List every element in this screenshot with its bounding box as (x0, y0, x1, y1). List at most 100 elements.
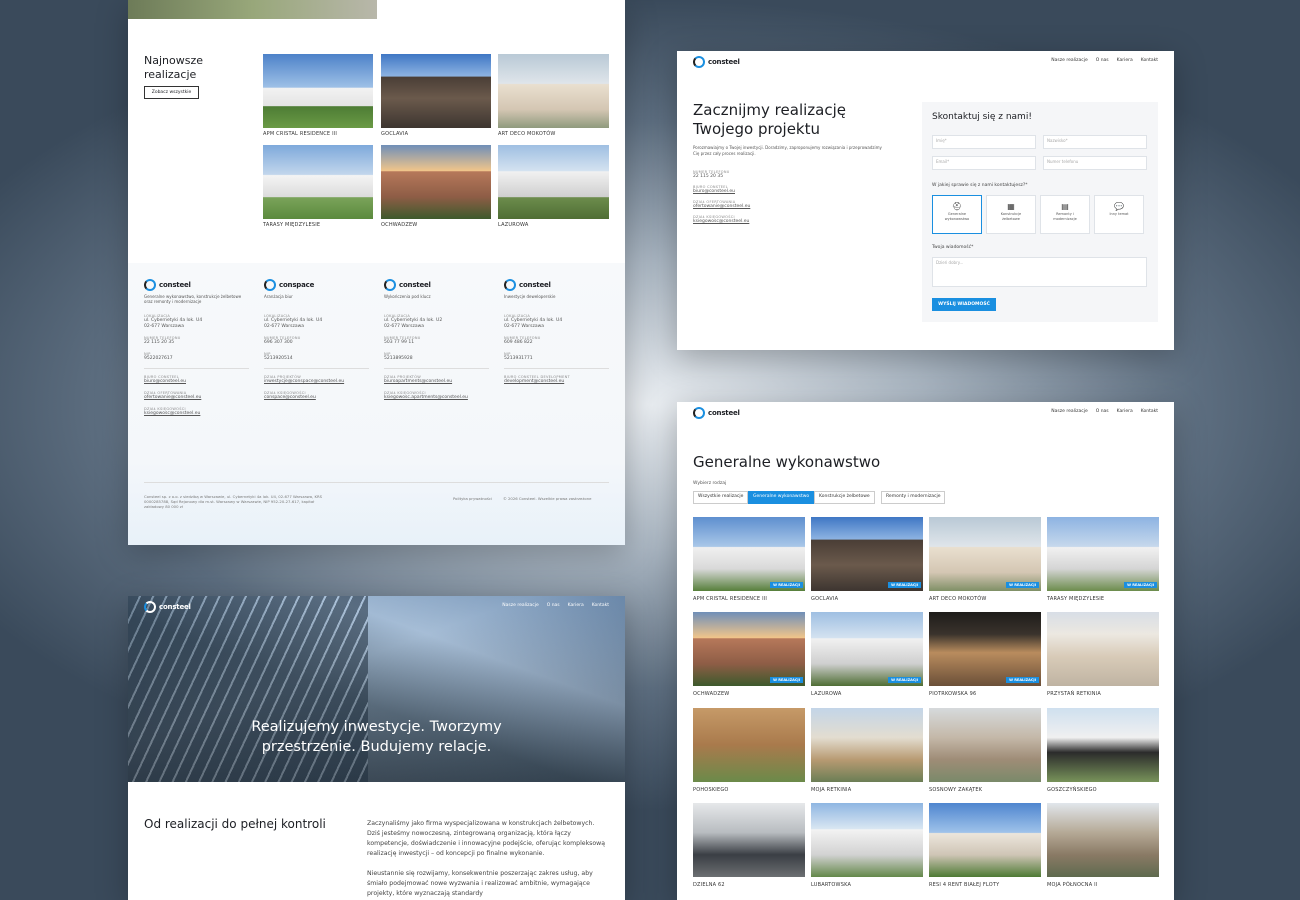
project-image[interactable] (1047, 708, 1159, 782)
see-all-button[interactable]: Zobacz wszystkie (144, 86, 199, 99)
topic-option[interactable]: ▤ Remonty i modernizacje (1040, 195, 1090, 234)
about-heading: Od realizacji do pełnej kontroli (144, 817, 326, 831)
logo-icon (144, 601, 156, 613)
project-image[interactable] (381, 145, 491, 219)
topic-option-label: Konstrukcje żelbetowe (1000, 212, 1022, 221)
address-city: 02-677 Warszawa (144, 324, 185, 329)
submit-button[interactable]: WYŚLIJ WIADOMOŚĆ (932, 298, 996, 311)
filter-tab[interactable]: Konstrukcje żelbetowe (814, 491, 875, 504)
status-badge: W REALIZACJI (888, 582, 921, 588)
phone-number: 609 486 822 (504, 340, 533, 345)
nav-career[interactable]: Kariera (1117, 58, 1133, 63)
logo-icon (693, 56, 705, 68)
company-logo[interactable]: conspace (264, 279, 369, 291)
message-textarea[interactable]: Dzień dobry... (932, 257, 1147, 287)
contact-value[interactable]: biuro@consteel.eu (693, 189, 873, 195)
last-name-field[interactable]: Nazwisko* (1043, 135, 1147, 149)
site-logo[interactable]: consteel (693, 56, 740, 68)
filter-tab[interactable]: Remonty i modernizacje (881, 491, 946, 504)
project-image[interactable]: W REALIZACJI (1047, 517, 1159, 591)
project-image[interactable] (263, 54, 373, 128)
email-link[interactable]: ofertowanie@consteel.eu (144, 395, 249, 401)
first-name-field[interactable]: Imię* (932, 135, 1036, 149)
email-field[interactable]: Email* (932, 156, 1036, 170)
contact-item: NUMER TELEFONU 22 115 20 35 (693, 170, 873, 180)
project-image[interactable] (1047, 803, 1159, 877)
project-image[interactable] (693, 803, 805, 877)
nav-projects[interactable]: Nasze realizacje (502, 603, 538, 608)
nav-career[interactable]: Kariera (568, 603, 584, 608)
email-link[interactable]: ksiegowosc@consteel.eu (144, 411, 249, 417)
status-badge: W REALIZACJI (770, 677, 803, 683)
company-footer: consteel Generalne wykonawstwo, konstruk… (128, 263, 625, 545)
company-description: Aranżacja biur (264, 294, 293, 299)
topic-option[interactable]: ⛑ Generalne wykonawstwo (932, 195, 982, 234)
nav-contact[interactable]: Kontakt (1141, 58, 1158, 63)
latest-projects-page: Najnowsze realizacje Zobacz wszystkie AP… (128, 0, 625, 545)
nav-career[interactable]: Kariera (1117, 409, 1133, 414)
nav-contact[interactable]: Kontakt (592, 603, 609, 608)
project-image[interactable] (1047, 612, 1159, 686)
hero-headline: Realizujemy inwestycje. Tworzymy przestr… (251, 719, 502, 755)
email-link[interactable]: biuroapartments@consteel.eu (384, 379, 489, 385)
site-logo[interactable]: consteel (144, 601, 191, 613)
project-image[interactable] (811, 708, 923, 782)
about-paragraph-1: Zaczynaliśmy jako firma wyspecjalizowana… (367, 820, 606, 857)
topic-question: W jakiej sprawie się z nami kontaktujesz… (932, 183, 1028, 188)
project-image[interactable] (811, 803, 923, 877)
topic-option[interactable]: 💬 Inny temat (1094, 195, 1144, 234)
project-image[interactable] (381, 54, 491, 128)
company-logo[interactable]: consteel (384, 279, 489, 291)
nav-contact[interactable]: Kontakt (1141, 409, 1158, 414)
contact-page: consteel Nasze realizacje O nas Kariera … (677, 51, 1174, 350)
email-link[interactable]: development@consteel.eu (504, 379, 609, 385)
email-link[interactable]: inwestycje@conspace@consteel.eu (264, 379, 369, 385)
project-image[interactable]: W REALIZACJI (929, 612, 1041, 686)
nav-about[interactable]: O nas (1096, 409, 1109, 414)
beams-icon: ▦ (1007, 202, 1015, 211)
status-badge: W REALIZACJI (770, 582, 803, 588)
project-caption: MOJA PÓŁNOCNA II (1047, 882, 1098, 888)
main-nav: Nasze realizacje O nas Kariera Kontakt (502, 603, 609, 608)
project-caption: POHOSKIEGO (693, 787, 729, 793)
project-caption: GOSZCZYŃSKIEGO (1047, 787, 1097, 793)
project-image[interactable] (263, 145, 373, 219)
column-divider (264, 368, 369, 369)
phone-field[interactable]: Numer telefonu (1043, 156, 1147, 170)
project-image[interactable] (929, 803, 1041, 877)
company-logo[interactable]: consteel (144, 279, 249, 291)
project-image[interactable] (693, 708, 805, 782)
topic-option[interactable]: ▦ Konstrukcje żelbetowe (986, 195, 1036, 234)
company-logo[interactable]: consteel (504, 279, 609, 291)
contact-form: Skontaktuj się z nami! Imię* Nazwisko* E… (922, 102, 1158, 322)
email-link[interactable]: biuro@consteel.eu (144, 379, 249, 385)
nav-about[interactable]: O nas (547, 603, 560, 608)
project-caption: APM CRISTAL RESIDENCE III (263, 131, 338, 137)
nav-about[interactable]: O nas (1096, 58, 1109, 63)
project-image[interactable]: W REALIZACJI (811, 517, 923, 591)
project-image[interactable] (498, 145, 609, 219)
logo-icon (693, 407, 705, 419)
nip-value: 5213931771 (504, 356, 533, 361)
filter-tab[interactable]: Wszystkie realizacje (693, 491, 749, 504)
project-caption: OCHWADZEW (693, 691, 730, 697)
phone-number: 696 307 300 (264, 340, 293, 345)
contact-value[interactable]: ksiegowosc@consteel.eu (693, 219, 873, 225)
nip-value: 5213920514 (264, 356, 293, 361)
nav-projects[interactable]: Nasze realizacje (1051, 409, 1087, 414)
privacy-link[interactable]: Polityka prywatności (453, 496, 492, 501)
project-image[interactable] (498, 54, 609, 128)
nav-projects[interactable]: Nasze realizacje (1051, 58, 1087, 63)
email-link[interactable]: conspace@consteel.eu (264, 395, 369, 401)
project-caption: PRZYSTAŃ RETKINIA (1047, 691, 1102, 697)
project-image[interactable]: W REALIZACJI (693, 517, 805, 591)
project-image[interactable]: W REALIZACJI (811, 612, 923, 686)
contact-value[interactable]: ofertowanie@consteel.eu (693, 204, 873, 210)
topic-option-label: Generalne wykonawstwo (944, 212, 970, 221)
project-image[interactable]: W REALIZACJI (929, 517, 1041, 591)
project-image[interactable] (929, 708, 1041, 782)
site-logo[interactable]: consteel (693, 407, 740, 419)
filter-tab[interactable]: Generalne wykonawstwo (748, 491, 815, 504)
project-image[interactable]: W REALIZACJI (693, 612, 805, 686)
email-link[interactable]: ksiegowosc.apartments@consteel.eu (384, 395, 489, 401)
